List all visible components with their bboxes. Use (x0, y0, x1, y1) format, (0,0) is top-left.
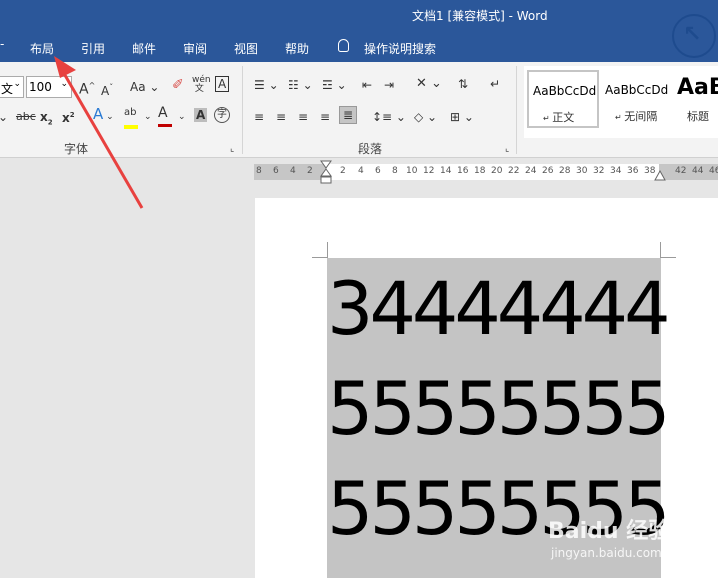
font-name-combo[interactable]: 文 ⌄ (0, 76, 24, 98)
tab-overflow-mark: - (0, 37, 5, 51)
style-no-spacing[interactable]: AaBbCcDd ↵ 无间隔 (600, 70, 672, 128)
ruler-tick: 42 (675, 166, 687, 176)
font-dialog-launcher-icon[interactable]: ⌞ (230, 142, 234, 156)
ruler-tick: 8 (256, 166, 262, 176)
style-name: ↵ 正文 (543, 111, 575, 124)
crop-mark (661, 257, 676, 258)
character-border-icon[interactable]: A (215, 76, 230, 92)
right-indent-marker[interactable] (654, 170, 666, 182)
style-preview: AaBbCcDd (605, 83, 669, 97)
paragraph-group-label: 段落 (358, 142, 383, 156)
ruler-tick: 6 (375, 166, 381, 176)
justify-icon[interactable]: ≡ (320, 110, 330, 124)
ruler-tick: 2 (307, 166, 313, 176)
ruler-tick: 34 (610, 166, 622, 176)
font-name-value: 文 (1, 82, 14, 96)
window-title: 文档1 [兼容模式] - Word (412, 9, 548, 23)
character-shading-icon[interactable]: A (194, 108, 208, 122)
style-name: 标题 (687, 110, 709, 123)
ruler-tick: 2 (340, 166, 346, 176)
document-line-2[interactable]: 55555555 (327, 370, 671, 450)
align-left-icon[interactable]: ≡ (254, 110, 264, 124)
ruler-tick: 20 (491, 166, 503, 176)
ruler-tick: 16 (457, 166, 469, 176)
ruler-tick: 4 (358, 166, 364, 176)
ruler-tick: 36 (627, 166, 639, 176)
underline-dropdown-icon[interactable]: ⌄ (0, 110, 8, 124)
paragraph-dialog-launcher-icon[interactable]: ⌞ (505, 142, 509, 156)
borders-icon[interactable]: ⊞ ⌄ (450, 110, 474, 124)
document-line-1[interactable]: 34444444 (327, 270, 671, 350)
logo-watermark-icon: ↖ (672, 14, 716, 58)
title-bar: 文档1 [兼容模式] - Word (0, 0, 718, 32)
multilevel-list-icon[interactable]: ☲ ⌄ (322, 78, 347, 92)
chinese-layout-icon[interactable]: ✕ ⌄ (416, 77, 442, 91)
bullets-icon[interactable]: ☰ ⌄ (254, 78, 279, 92)
ruler-tick: 8 (392, 166, 398, 176)
crop-mark (660, 242, 661, 258)
ruler-tick: 24 (525, 166, 537, 176)
ruler-tick: 4 (290, 166, 296, 176)
sort-icon[interactable]: ⇅ (458, 77, 468, 91)
style-heading[interactable]: AaB 标题 (674, 70, 718, 128)
annotation-arrow-icon (54, 56, 144, 209)
style-name: ↵ 无间隔 (615, 110, 658, 123)
style-preview: AaB (677, 75, 718, 100)
distributed-icon[interactable]: ≣ (339, 106, 358, 124)
watermark-url: jingyan.baidu.com (551, 546, 662, 560)
ruler-tick: 12 (423, 166, 435, 176)
align-center-icon[interactable]: ≡ (276, 110, 286, 124)
font-color-icon[interactable]: A (158, 106, 172, 134)
tab-review[interactable]: 审阅 (183, 40, 207, 57)
tab-view[interactable]: 视图 (234, 40, 258, 57)
crop-mark (312, 257, 327, 258)
font-color-dropdown-icon[interactable]: ⌄ (178, 110, 186, 124)
ruler-tick: 22 (508, 166, 520, 176)
enclose-characters-icon[interactable]: 字 (214, 107, 230, 123)
align-right-icon[interactable]: ≡ (298, 110, 308, 124)
ruler-tick: 28 (559, 166, 571, 176)
ruler-tick: 46 (709, 166, 718, 176)
clear-formatting-icon[interactable]: ✐ (172, 78, 184, 92)
show-marks-icon[interactable]: ↵ (490, 77, 500, 91)
group-separator (516, 66, 517, 154)
tell-me-search[interactable]: 操作说明搜索 (364, 40, 436, 57)
ruler-tick: 18 (474, 166, 486, 176)
increase-indent-icon[interactable]: ⇥ (384, 78, 394, 92)
indent-markers[interactable] (320, 160, 332, 188)
ruler-tick: 10 (406, 166, 418, 176)
style-preview: AaBbCcDd (533, 84, 597, 98)
tab-help[interactable]: 帮助 (285, 40, 309, 57)
numbering-icon[interactable]: ☷ ⌄ (288, 78, 313, 92)
phonetic-guide-icon[interactable]: wén 文 (192, 76, 211, 94)
ruler-tick: 32 (593, 166, 605, 176)
shading-icon[interactable]: ◇ ⌄ (414, 110, 437, 124)
strikethrough-icon[interactable]: abc (16, 110, 36, 124)
ruler-tick: 6 (273, 166, 279, 176)
ruler-tick: 44 (692, 166, 704, 176)
watermark-brand: Baidu 经验 (548, 519, 671, 544)
horizontal-ruler[interactable]: 8 6 4 2 2 4 6 8 10 12 14 16 18 20 22 24 … (254, 160, 718, 184)
ruler-tick: 14 (440, 166, 452, 176)
line-spacing-icon[interactable]: ↕≡ ⌄ (372, 110, 406, 124)
crop-mark (327, 242, 328, 258)
style-normal[interactable]: AaBbCcDd ↵ 正文 (527, 70, 599, 128)
group-separator (242, 66, 243, 154)
ruler-tick: 30 (576, 166, 588, 176)
decrease-indent-icon[interactable]: ⇤ (362, 78, 372, 92)
lightbulb-icon (338, 39, 349, 52)
ruler-tick: 26 (542, 166, 554, 176)
